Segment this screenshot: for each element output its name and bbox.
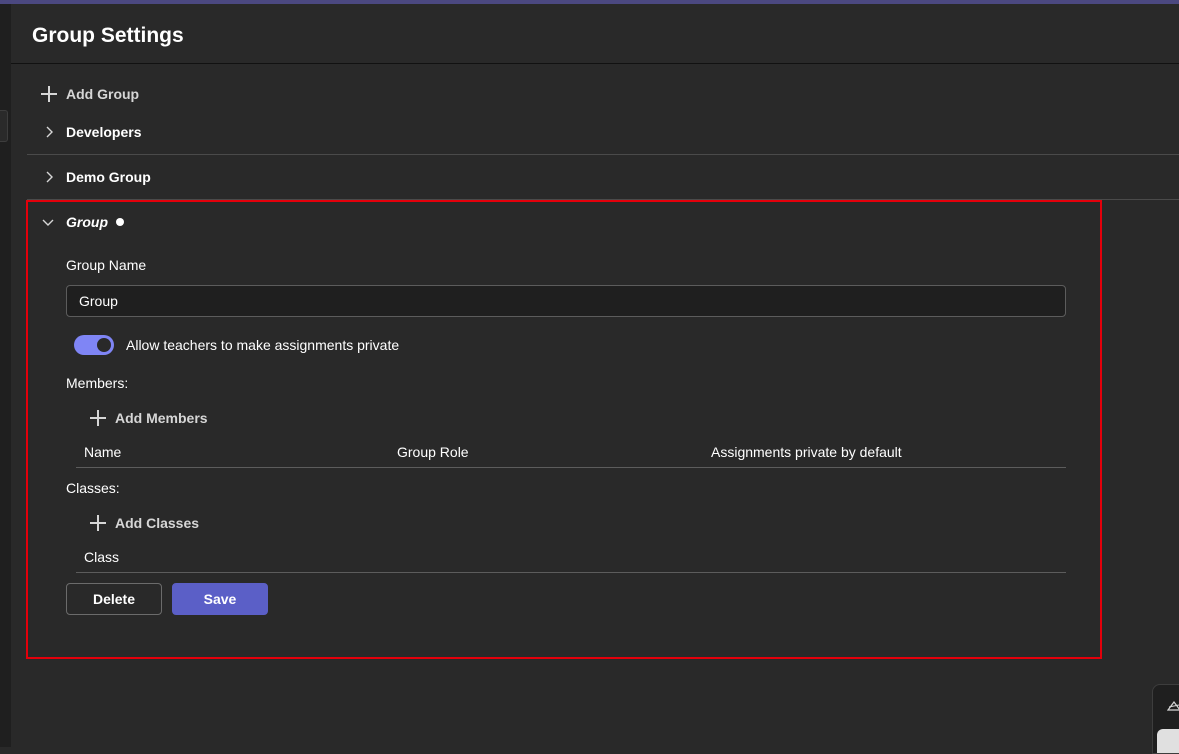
chevron-down-icon: [42, 219, 54, 226]
add-classes-label: Add Classes: [115, 515, 200, 531]
group-item-label: Group: [66, 214, 108, 230]
corner-widget[interactable]: [1152, 684, 1179, 754]
column-header-group-role: Group Role: [397, 444, 469, 460]
plus-icon: [90, 410, 106, 426]
page-title: Group Settings: [32, 24, 184, 47]
save-button[interactable]: Save: [172, 583, 268, 615]
add-members-button[interactable]: Add Members: [90, 410, 208, 426]
unsaved-indicator-dot: [116, 218, 124, 226]
app-icon: [1167, 701, 1179, 711]
private-assignments-toggle[interactable]: [74, 335, 114, 355]
add-group-button[interactable]: Add Group: [41, 86, 139, 102]
corner-widget-button[interactable]: [1157, 729, 1179, 753]
add-group-label: Add Group: [66, 86, 140, 102]
plus-icon: [41, 86, 57, 102]
group-name-label: Group Name: [66, 257, 147, 273]
classes-label: Classes:: [66, 480, 120, 496]
private-assignments-toggle-label: Allow teachers to make assignments priva…: [126, 337, 400, 353]
page-header: Group Settings: [11, 4, 1179, 64]
group-item-label: Developers: [66, 124, 142, 140]
chevron-right-icon: [46, 126, 53, 138]
add-classes-button[interactable]: Add Classes: [90, 515, 199, 531]
group-item-label: Demo Group: [66, 169, 151, 185]
classes-table-header: Class: [76, 541, 1066, 573]
chevron-right-icon: [46, 171, 53, 183]
left-rail-collapse-handle[interactable]: [0, 110, 8, 142]
plus-icon: [90, 515, 106, 531]
group-item-demo-group[interactable]: Demo Group: [27, 155, 1179, 200]
delete-button[interactable]: Delete: [66, 583, 162, 615]
group-item-group[interactable]: Group: [40, 214, 124, 230]
group-name-input[interactable]: [66, 285, 1066, 317]
add-members-label: Add Members: [115, 410, 208, 426]
column-header-assignments-private: Assignments private by default: [711, 444, 902, 460]
members-table-header: Name Group Role Assignments private by d…: [76, 436, 1066, 468]
toggle-knob: [97, 338, 111, 352]
column-header-class: Class: [84, 549, 120, 565]
column-header-name: Name: [84, 444, 122, 460]
members-label: Members:: [66, 375, 129, 391]
group-item-developers[interactable]: Developers: [27, 110, 1179, 155]
